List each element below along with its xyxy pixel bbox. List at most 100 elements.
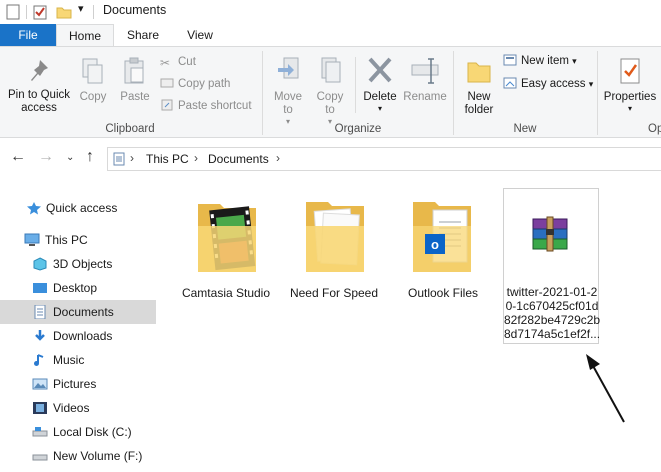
paste-shortcut-label: Paste shortcut [178,100,252,112]
nav-item-quick-access[interactable]: Quick access [0,196,156,220]
nav-item-label: Local Disk (C:) [53,425,132,439]
nav-item-music[interactable]: Music [0,348,156,372]
copy-button[interactable]: Copy [76,57,110,104]
address-bar[interactable]: › This PC › Documents › [107,147,661,171]
move-to-button[interactable]: Move to ▾ [268,55,308,128]
window-title: Documents [103,3,167,17]
easy-access-button[interactable]: Easy access ▾ [503,76,593,92]
pin-icon [31,60,48,81]
delete-button[interactable]: Delete ▾ [359,55,401,115]
file-icon [6,4,20,20]
document-icon [34,305,46,319]
folder-video-icon [198,204,256,272]
group-divider [453,51,454,135]
tab-home[interactable]: Home [56,24,114,46]
forward-arrow-icon[interactable]: → [38,148,54,166]
file-name: Camtasia Studio [181,286,271,300]
new-folder-qa-icon[interactable] [56,4,72,20]
group-divider [262,51,263,135]
new-item-icon [503,54,517,66]
properties-icon [620,58,640,84]
nav-item-label: Documents [53,305,114,319]
customize-qa-dropdown-icon[interactable]: ▾ [78,2,84,15]
nav-item-videos[interactable]: Videos [0,396,156,420]
move-to-icon [278,57,299,79]
breadcrumb-chevron-icon[interactable]: › [130,151,134,165]
file-name-line: 0-1c670425cf01d [505,299,599,313]
pin-to-quick-access-button[interactable]: Pin to Quick access [4,57,74,115]
paste-icon [124,57,144,84]
new-folder-icon [467,62,491,83]
chevron-down-icon: ▾ [572,56,577,66]
nav-item-label: New Volume (F:) [53,449,143,463]
file-item-twitter-archive[interactable]: twitter-2021-01-2 0-1c670425cf01d 82f282… [503,188,600,344]
tab-file[interactable]: File [0,24,56,46]
svg-text:o: o [431,237,439,252]
properties-button[interactable]: Properties ▾ [601,55,659,115]
paste-shortcut-button[interactable]: Paste shortcut [160,98,252,114]
nav-item-documents[interactable]: Documents [0,300,156,324]
paste-label: Paste [120,91,150,103]
nav-item-local-disk-c[interactable]: Local Disk (C:) [0,420,156,444]
paste-shortcut-icon [161,99,173,111]
nav-item-label: 3D Objects [53,257,113,271]
file-item-outlook-files[interactable]: o Outlook Files [395,190,491,310]
divider [26,5,27,19]
copy-to-icon [321,57,341,83]
copy-path-button[interactable]: Copy path [160,76,230,92]
new-folder-button[interactable]: New folder [457,55,501,117]
breadcrumb-chevron-icon[interactable]: › [194,151,198,165]
new-item-button[interactable]: New item ▾ [503,53,577,69]
group-divider [597,51,598,135]
desktop-icon [33,283,47,293]
easy-access-label: Easy access [521,78,586,90]
scissors-icon: ✂ [160,56,171,70]
breadcrumb-documents[interactable]: Documents [208,152,269,166]
properties-check-icon[interactable] [33,4,49,20]
music-icon [34,354,44,366]
nav-item-label: Videos [53,401,90,415]
new-folder-label: New folder [464,91,494,116]
copy-to-button[interactable]: Copy to ▾ [310,55,350,128]
navigation-pane: Quick access This PC 3D Objects Desktop … [0,188,160,472]
nav-item-3d-objects[interactable]: 3D Objects [0,252,156,276]
drive-icon [32,427,48,437]
nav-item-label: Music [53,353,85,367]
winrar-archive-icon [532,216,568,252]
ribbon-tabs: File Home Share View [0,24,661,46]
nav-item-desktop[interactable]: Desktop [0,276,156,300]
nav-item-label: Pictures [53,377,97,391]
file-item-need-for-speed[interactable]: Need For Speed [286,190,382,310]
nav-item-new-volume-f[interactable]: New Volume (F:) [0,444,156,468]
back-arrow-icon[interactable]: ← [10,148,26,166]
cut-button[interactable]: ✂ Cut [160,54,196,70]
download-icon [35,330,45,341]
nav-item-label: Downloads [53,329,113,343]
breadcrumb-chevron-icon[interactable]: › [276,151,280,165]
nav-item-this-pc[interactable]: This PC [0,228,156,252]
drive-icon [32,454,48,461]
nav-item-label: This PC [45,233,88,247]
easy-access-icon [503,77,517,89]
documents-location-icon [113,152,125,166]
copy-to-label: Copy to [316,91,344,116]
rename-label: Rename [403,91,447,103]
video-icon [33,402,47,414]
tab-share[interactable]: Share [114,24,172,46]
title-bar: ▾ Documents [0,0,661,24]
up-arrow-icon[interactable]: ↑ [86,148,94,166]
rename-button[interactable]: Rename [402,55,448,104]
recent-locations-chevron-icon[interactable]: ⌄ [66,152,74,163]
organize-group-label: Organize [334,123,382,135]
delete-x-icon [368,57,392,83]
nav-item-downloads[interactable]: Downloads [0,324,156,348]
file-item-camtasia-studio[interactable]: Camtasia Studio [178,190,274,310]
computer-icon [24,233,40,246]
tab-view[interactable]: View [172,24,228,46]
copy-path-icon [160,78,174,88]
chevron-down-icon: ▾ [588,79,594,89]
paste-button[interactable]: Paste [116,57,154,104]
breadcrumb-this-pc[interactable]: This PC [146,152,189,166]
nav-item-pictures[interactable]: Pictures [0,372,156,396]
move-to-label: Move to [273,91,303,116]
